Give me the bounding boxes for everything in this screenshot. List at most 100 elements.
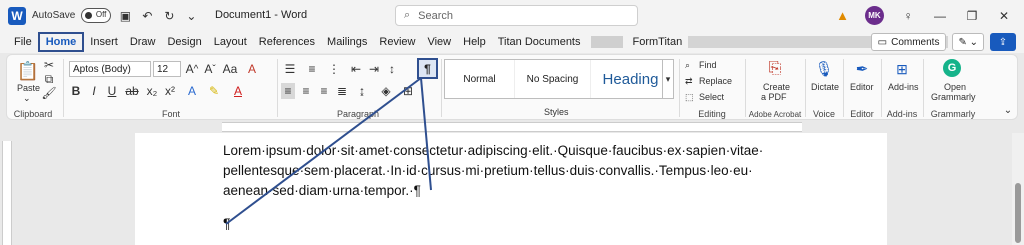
addins-group: ⊞ Add-ins Add-ins (883, 55, 921, 121)
paste-label[interactable]: Paste (17, 83, 40, 93)
tab-home[interactable]: Home (37, 32, 85, 52)
tab-review[interactable]: Review (373, 31, 421, 53)
save-icon[interactable]: ▣ (117, 8, 133, 24)
share-button[interactable]: ⇪ (990, 33, 1016, 51)
text-effects-icon[interactable]: A (185, 83, 199, 99)
redo-icon[interactable]: ↻ (161, 8, 177, 24)
subscript-icon[interactable]: x₂ (145, 83, 159, 99)
tab-help[interactable]: Help (457, 31, 492, 53)
addins-icon[interactable]: ⊞ (893, 59, 911, 79)
font-size-dropdown[interactable]: 12 (153, 61, 181, 77)
lightbulb-icon[interactable]: ♀ (900, 9, 916, 23)
minimize-button[interactable]: — (932, 9, 948, 23)
create-pdf-label-2[interactable]: a PDF (761, 92, 787, 102)
addins-button-label[interactable]: Add-ins (888, 82, 919, 92)
vertical-ruler[interactable] (0, 133, 14, 245)
restore-button[interactable]: ❐ (964, 9, 980, 23)
bullets-icon[interactable]: ☰ (281, 61, 299, 77)
bold-icon[interactable]: B (69, 83, 83, 99)
font-color-icon[interactable]: A (231, 83, 245, 99)
body-paragraph[interactable]: Lorem·ipsum·dolor·sit·amet·consectetur·a… (223, 141, 793, 201)
shading-icon[interactable]: ◈ (379, 83, 393, 99)
editing-mode-button[interactable]: ✎ ⌄ (952, 33, 984, 51)
close-button[interactable]: ✕ (996, 9, 1012, 23)
clear-formatting-icon[interactable]: A (245, 61, 259, 77)
scrollbar-thumb[interactable] (1015, 183, 1021, 243)
editor-pen-icon[interactable]: ✒ (853, 59, 871, 79)
tab-mailings[interactable]: Mailings (321, 31, 373, 53)
borders-icon[interactable]: ⊞ (401, 83, 415, 99)
horizontal-ruler[interactable] (0, 121, 1024, 133)
replace-icon[interactable]: ⇄ (685, 76, 693, 87)
vertical-scrollbar[interactable] (1012, 133, 1024, 245)
align-right-icon[interactable]: ≡ (317, 83, 331, 99)
collapse-ribbon-icon[interactable]: ⌄ (1001, 103, 1015, 117)
warning-icon[interactable]: ▲ (836, 8, 849, 23)
dictate-label[interactable]: Dictate (811, 82, 839, 92)
tab-titan-documents[interactable]: Titan Documents (492, 31, 587, 53)
find-icon[interactable]: ⌕ (685, 60, 690, 71)
search-placeholder: Search (418, 9, 454, 22)
avatar[interactable]: MK (865, 6, 884, 25)
superscript-icon[interactable]: x² (163, 83, 177, 99)
acrobat-label: Adobe Acrobat (748, 110, 802, 119)
tab-references[interactable]: References (253, 31, 321, 53)
tab-insert[interactable]: Insert (84, 31, 124, 53)
format-painter-icon[interactable]: 🖌 (41, 86, 56, 100)
grammarly-label-2[interactable]: Grammarly (931, 92, 976, 102)
replace-button[interactable]: Replace (699, 76, 732, 86)
decrease-indent-icon[interactable]: ⇤ (349, 61, 363, 77)
document-page[interactable]: Lorem·ipsum·dolor·sit·amet·consectetur·a… (135, 133, 887, 245)
change-case-icon[interactable]: Aa (223, 61, 238, 77)
grow-font-icon[interactable]: A ^ (185, 61, 199, 77)
acrobat-group: ⎘ Create a PDF Adobe Acrobat (747, 55, 803, 121)
show-hide-formatting-button[interactable]: ¶ (417, 58, 438, 79)
create-pdf-icon[interactable]: ⎘ (765, 59, 785, 79)
undo-icon[interactable]: ↶ (139, 8, 155, 24)
create-pdf-label-1[interactable]: Create (763, 82, 790, 92)
tab-formtitan[interactable]: FormTitan (627, 31, 689, 53)
editor-button-label[interactable]: Editor (850, 82, 874, 92)
align-left-icon[interactable]: ≡ (281, 83, 295, 99)
paste-icon[interactable]: 📋 (17, 59, 39, 83)
paste-dropdown-icon[interactable]: ⌄ (23, 93, 31, 104)
comments-button[interactable]: ▭ Comments (870, 33, 947, 51)
shrink-font-icon[interactable]: Aˇ (203, 61, 217, 77)
voice-label: Voice (812, 109, 836, 119)
select-button[interactable]: Select (699, 92, 724, 102)
highlight-icon[interactable]: ✎ (207, 83, 221, 99)
styles-more-icon[interactable]: ▾ (662, 59, 674, 99)
underline-icon[interactable]: U (105, 83, 119, 99)
tab-file[interactable]: File (8, 31, 38, 53)
copy-icon[interactable]: ⧉ (43, 72, 55, 86)
autosave-toggle[interactable]: Off (81, 8, 112, 23)
find-button[interactable]: Find (699, 60, 717, 70)
select-icon[interactable]: ⬚ (685, 92, 694, 103)
grammarly-label-1[interactable]: Open (944, 82, 966, 92)
tab-draw[interactable]: Draw (124, 31, 162, 53)
paragraph-line-1: Lorem·ipsum·dolor·sit·amet·consectetur·a… (223, 143, 764, 158)
italic-icon[interactable]: I (87, 83, 101, 99)
microphone-icon[interactable]: 🎙 (814, 59, 833, 79)
paragraph-label: Paragraph (336, 109, 380, 119)
strikethrough-icon[interactable]: ab (125, 83, 139, 99)
empty-paragraph-mark[interactable]: ¶ (223, 215, 231, 231)
tab-design[interactable]: Design (161, 31, 207, 53)
cut-icon[interactable]: ✂ (43, 58, 55, 72)
font-name-dropdown[interactable]: Aptos (Body) (69, 61, 151, 77)
grammarly-icon[interactable]: G (943, 59, 961, 77)
increase-indent-icon[interactable]: ⇥ (367, 61, 381, 77)
multilevel-list-icon[interactable]: ⋮ (325, 61, 343, 77)
tab-view[interactable]: View (421, 31, 457, 53)
numbering-icon[interactable]: ≡ (303, 61, 321, 77)
search-box[interactable]: ⌕ Search (395, 5, 638, 26)
justify-icon[interactable]: ≣ (335, 83, 349, 99)
style-normal[interactable]: Normal (445, 60, 515, 98)
sort-icon[interactable]: ↕ (385, 61, 399, 77)
customize-toolbar-icon[interactable]: ⌄ (183, 8, 199, 24)
style-heading[interactable]: Heading (591, 60, 671, 98)
style-no-spacing[interactable]: No Spacing (515, 60, 591, 98)
align-center-icon[interactable]: ≡ (299, 83, 313, 99)
line-spacing-icon[interactable]: ↨ (355, 83, 369, 99)
tab-layout[interactable]: Layout (208, 31, 253, 53)
